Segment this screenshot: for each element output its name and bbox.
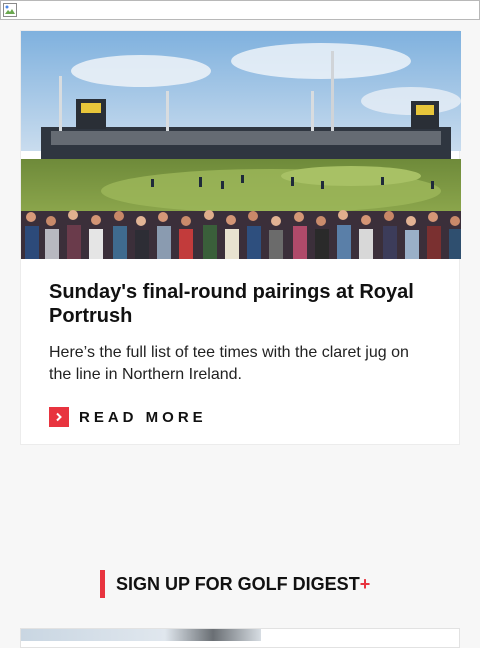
next-article-card[interactable] (20, 628, 460, 648)
broken-image-banner (0, 0, 480, 20)
chevron-right-icon (49, 407, 69, 427)
read-more-label: READ MORE (79, 408, 207, 426)
next-article-thumbnail (21, 629, 261, 641)
signup-plus: + (359, 573, 371, 594)
read-more-link[interactable]: READ MORE (49, 407, 207, 427)
article-hero-image[interactable] (21, 31, 461, 259)
signup-accent-bar (100, 570, 105, 598)
signup-heading[interactable]: SIGN UP FOR GOLF DIGEST + (100, 570, 370, 598)
article-headline[interactable]: Sunday's final-round pairings at Royal P… (49, 280, 439, 328)
signup-label: SIGN UP FOR GOLF DIGEST (116, 573, 360, 594)
article-card[interactable]: Sunday's final-round pairings at Royal P… (20, 30, 461, 445)
golf-course-photo (21, 31, 461, 259)
article-dek: Here’s the full list of tee times with t… (49, 344, 409, 383)
broken-image-icon (3, 3, 17, 17)
